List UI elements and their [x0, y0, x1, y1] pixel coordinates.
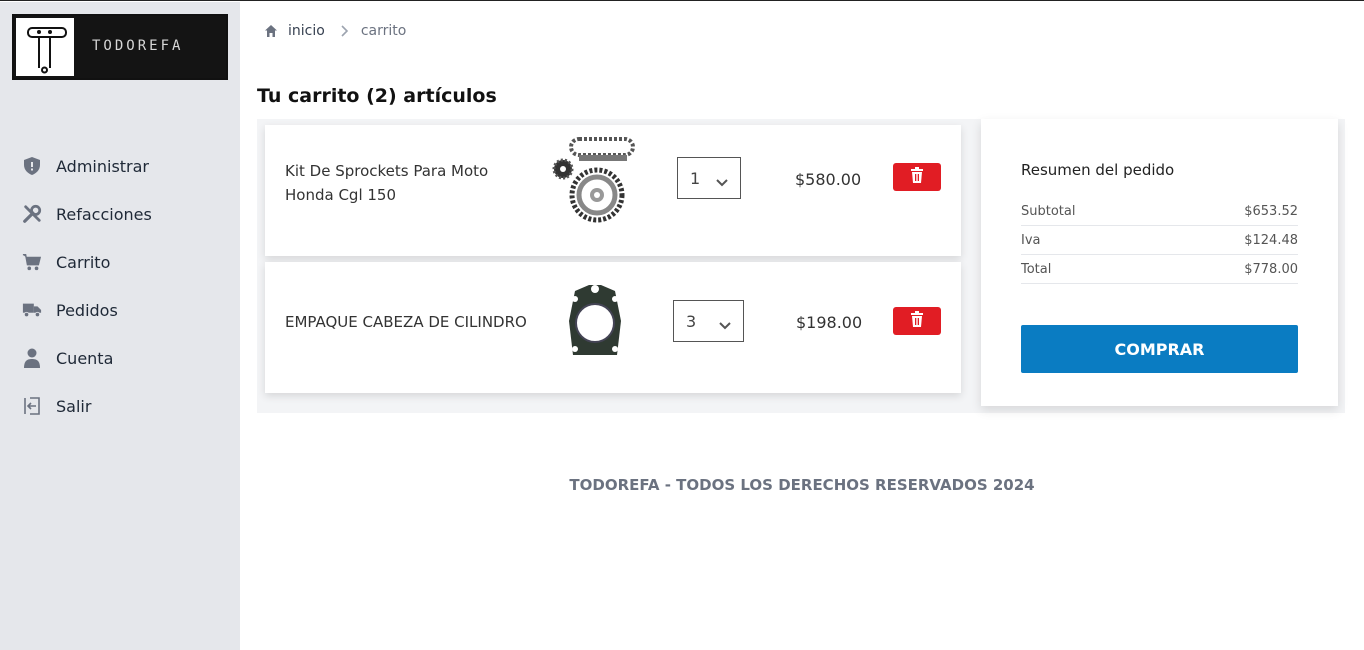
- quantity-select[interactable]: 1: [677, 157, 741, 199]
- summary-label: Total: [1021, 261, 1052, 277]
- brand-name: TODOREFA: [92, 38, 184, 54]
- sidebar-item-salir[interactable]: Salir: [0, 382, 240, 430]
- item-price: $198.00: [796, 313, 863, 332]
- summary-title: Resumen del pedido: [1021, 161, 1175, 179]
- user-icon: [22, 348, 42, 368]
- sidebar-nav: Administrar Refacciones Carrito Pedidos …: [0, 142, 240, 430]
- buy-button[interactable]: COMPRAR: [1021, 325, 1298, 373]
- sidebar-item-carrito[interactable]: Carrito: [0, 238, 240, 286]
- tools-icon: [22, 204, 42, 224]
- summary-row-total: Total $778.00: [1021, 255, 1298, 284]
- quantity-value: 1: [690, 168, 701, 188]
- sidebar-item-cuenta[interactable]: Cuenta: [0, 334, 240, 382]
- quantity-value: 3: [686, 311, 697, 331]
- chevron-right-icon: [341, 25, 349, 37]
- chevron-down-icon: [716, 172, 728, 191]
- home-icon[interactable]: [264, 24, 278, 38]
- cart-icon: [22, 252, 42, 272]
- cart-item: EMPAQUE CABEZA DE CILINDRO 3 $198.00: [265, 262, 961, 393]
- sidebar-item-administrar[interactable]: Administrar: [0, 142, 240, 190]
- summary-value: $653.52: [1244, 203, 1298, 219]
- cylinder-gasket-image: [565, 281, 625, 367]
- summary-value: $778.00: [1244, 261, 1298, 277]
- summary-label: Iva: [1021, 232, 1041, 248]
- logo-emblem: [14, 16, 76, 78]
- chevron-down-icon: [719, 315, 731, 334]
- footer-text: TODOREFA - TODOS LOS DERECHOS RESERVADOS…: [569, 476, 1035, 494]
- item-name[interactable]: EMPAQUE CABEZA DE CILINDRO: [285, 310, 545, 334]
- sidebar-item-label: Administrar: [56, 156, 150, 176]
- sidebar-item-label: Pedidos: [56, 300, 118, 320]
- summary-row-subtotal: Subtotal $653.52: [1021, 197, 1298, 226]
- cart-item: Kit De Sprockets Para Moto Honda Cgl 150…: [265, 125, 961, 256]
- truck-icon: [22, 300, 42, 320]
- quantity-select[interactable]: 3: [673, 300, 744, 342]
- sprocket-kit-image: [549, 137, 639, 227]
- sidebar-item-pedidos[interactable]: Pedidos: [0, 286, 240, 334]
- order-summary: Resumen del pedido Subtotal $653.52 Iva …: [981, 119, 1338, 406]
- item-name[interactable]: Kit De Sprockets Para Moto Honda Cgl 150: [285, 159, 515, 207]
- breadcrumb: inicio carrito: [264, 23, 406, 39]
- sidebar-item-label: Carrito: [56, 252, 111, 272]
- delete-button[interactable]: [893, 307, 941, 335]
- trash-icon: [910, 311, 924, 331]
- brand-logo[interactable]: TODOREFA: [12, 14, 228, 80]
- summary-value: $124.48: [1244, 232, 1298, 248]
- delete-button[interactable]: [893, 163, 941, 191]
- breadcrumb-current: carrito: [360, 23, 407, 39]
- trash-icon: [910, 167, 924, 187]
- summary-label: Subtotal: [1021, 203, 1076, 219]
- breadcrumb-home-link[interactable]: inicio: [288, 23, 325, 39]
- summary-row-iva: Iva $124.48: [1021, 226, 1298, 255]
- sidebar-item-refacciones[interactable]: Refacciones: [0, 190, 240, 238]
- logout-icon: [22, 396, 42, 416]
- sidebar-item-label: Refacciones: [56, 204, 152, 224]
- page-title: Tu carrito (2) artículos: [257, 85, 497, 107]
- sidebar-item-label: Cuenta: [56, 348, 114, 368]
- item-price: $580.00: [795, 170, 862, 189]
- shield-icon: [22, 156, 42, 176]
- sidebar: TODOREFA Administrar Refacciones Carrito…: [0, 2, 240, 650]
- sidebar-item-label: Salir: [56, 396, 92, 416]
- summary-rows: Subtotal $653.52 Iva $124.48 Total $778.…: [1021, 197, 1298, 284]
